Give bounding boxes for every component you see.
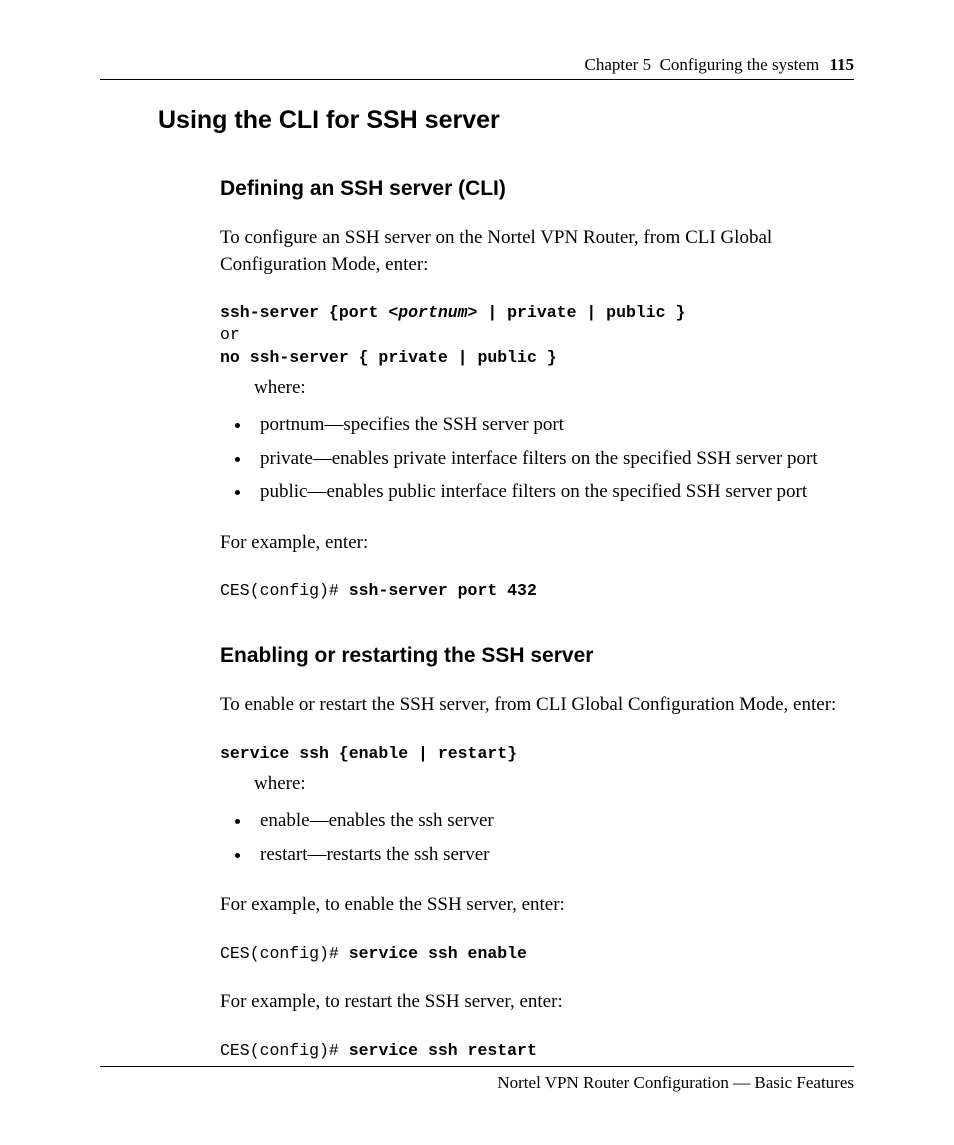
paragraph: For example, enter: [220,530,854,557]
page: Chapter 5 Configuring the system 115 Usi… [0,0,954,1145]
code-prompt: CES(config)# [220,1041,349,1060]
subsection-heading: Enabling or restarting the SSH server [220,644,854,668]
code-text: ssh-server {port < [220,303,398,322]
code-block: ssh-server {port <portnum> | private | p… [220,302,854,369]
code-text: no ssh-server { private | public } [220,348,557,367]
code-variable: portnum [398,303,467,322]
code-block: CES(config)# service ssh enable [220,943,854,965]
where-label: where: [254,377,854,399]
code-command: service ssh enable [349,944,527,963]
page-header: Chapter 5 Configuring the system 115 [100,55,854,80]
chapter-title: Configuring the system [655,55,819,74]
list-item: public—enables public interface filters … [252,478,854,506]
code-block: CES(config)# ssh-server port 432 [220,580,854,602]
where-label: where: [254,773,854,795]
subsection-heading: Defining an SSH server (CLI) [220,177,854,201]
list-item: restart—restarts the ssh server [252,841,854,869]
chapter-label: Chapter 5 [585,55,652,74]
list-item: private—enables private interface filter… [252,445,854,473]
code-text: service ssh {enable | restart} [220,744,517,763]
section-heading-1: Using the CLI for SSH server [158,106,854,135]
paragraph: To enable or restart the SSH server, fro… [220,692,854,719]
paragraph: For example, to enable the SSH server, e… [220,892,854,919]
bullet-list: portnum—specifies the SSH server port pr… [220,411,854,506]
bullet-list: enable—enables the ssh server restart—re… [220,807,854,868]
code-block: service ssh {enable | restart} [220,743,854,765]
page-footer: Nortel VPN Router Configuration — Basic … [100,1066,854,1093]
page-number: 115 [829,55,854,74]
code-prompt: CES(config)# [220,944,349,963]
code-command: service ssh restart [349,1041,537,1060]
code-text: > | private | public } [468,303,686,322]
list-item: enable—enables the ssh server [252,807,854,835]
content-body: Defining an SSH server (CLI) To configur… [220,177,854,1062]
code-prompt: CES(config)# [220,581,349,600]
code-block: CES(config)# service ssh restart [220,1040,854,1062]
list-item: portnum—specifies the SSH server port [252,411,854,439]
code-text: or [220,325,240,344]
paragraph: For example, to restart the SSH server, … [220,989,854,1016]
paragraph: To configure an SSH server on the Nortel… [220,225,854,278]
code-command: ssh-server port 432 [349,581,537,600]
